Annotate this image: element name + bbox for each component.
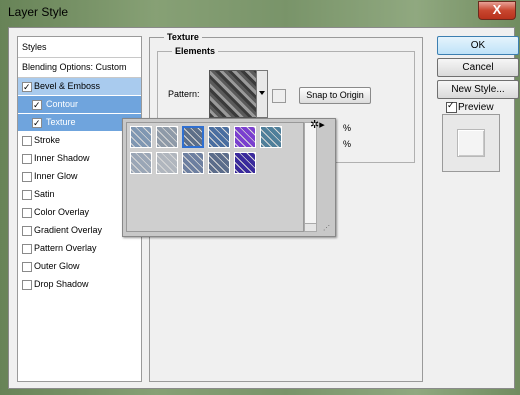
- style-preview: [442, 114, 500, 172]
- contour-checkbox[interactable]: [32, 97, 42, 114]
- picker-scrollbar[interactable]: [304, 122, 317, 232]
- list-divider: [18, 57, 141, 58]
- inner-shadow-checkbox[interactable]: [22, 154, 32, 164]
- layer-style-dialog: Layer Style X Styles Blending Options: C…: [0, 0, 520, 395]
- stroke-checkbox[interactable]: [22, 136, 32, 146]
- pattern-swatch[interactable]: [182, 126, 204, 148]
- close-button[interactable]: X: [478, 1, 516, 20]
- title-bar[interactable]: Layer Style X: [0, 0, 520, 24]
- preview-label: Preview: [458, 102, 494, 113]
- pattern-swatch[interactable]: [156, 126, 178, 148]
- drop-shadow-checkbox[interactable]: [22, 280, 32, 290]
- preview-swatch: [457, 129, 485, 157]
- new-style-button[interactable]: New Style...: [437, 80, 519, 99]
- ok-button[interactable]: OK: [437, 36, 519, 55]
- cancel-button[interactable]: Cancel: [437, 58, 519, 77]
- pattern-swatch[interactable]: [208, 126, 230, 148]
- new-preset-icon[interactable]: [272, 89, 286, 103]
- pattern-label: Pattern:: [168, 89, 200, 99]
- blending-options-item[interactable]: Blending Options: Custom: [18, 59, 141, 76]
- pattern-swatch-grid: [126, 122, 304, 232]
- color-overlay-checkbox[interactable]: [22, 208, 32, 218]
- style-item-contour[interactable]: Contour: [18, 96, 141, 114]
- elements-title: Elements: [172, 46, 219, 56]
- outer-glow-checkbox[interactable]: [22, 262, 32, 272]
- pattern-swatch[interactable]: [260, 126, 282, 148]
- depth-percent: %: [343, 139, 352, 149]
- pattern-dropdown-arrow[interactable]: [256, 70, 268, 118]
- pattern-swatch[interactable]: [130, 126, 152, 148]
- inner-glow-checkbox[interactable]: [22, 172, 32, 182]
- window-title: Layer Style: [8, 5, 69, 19]
- style-item-pattern-overlay[interactable]: Pattern Overlay: [18, 240, 141, 257]
- pattern-picker-popup: ✲▸ ⋰: [122, 118, 336, 237]
- preview-checkbox[interactable]: [446, 100, 457, 113]
- resize-grip-icon[interactable]: ⋰: [323, 224, 330, 232]
- pattern-swatch[interactable]: [182, 152, 204, 174]
- pattern-thumbnail[interactable]: [209, 70, 257, 118]
- gradient-overlay-checkbox[interactable]: [22, 226, 32, 236]
- pattern-swatch[interactable]: [208, 152, 230, 174]
- pattern-swatch[interactable]: [234, 152, 256, 174]
- scale-percent: %: [343, 123, 352, 133]
- style-item-outer-glow[interactable]: Outer Glow: [18, 258, 141, 275]
- pattern-swatch[interactable]: [156, 152, 178, 174]
- satin-checkbox[interactable]: [22, 190, 32, 200]
- style-item-bevel-emboss[interactable]: Bevel & Emboss: [18, 78, 141, 96]
- style-item-drop-shadow[interactable]: Drop Shadow: [18, 276, 141, 293]
- texture-group-title: Texture: [164, 32, 202, 42]
- gear-icon[interactable]: ✲▸: [310, 118, 325, 131]
- styles-header[interactable]: Styles: [18, 39, 141, 56]
- bevel-emboss-checkbox[interactable]: [22, 79, 32, 96]
- pattern-overlay-checkbox[interactable]: [22, 244, 32, 254]
- pattern-swatch[interactable]: [130, 152, 152, 174]
- pattern-swatch[interactable]: [234, 126, 256, 148]
- snap-to-origin-button[interactable]: Snap to Origin: [299, 87, 371, 104]
- scrollbar-thumb[interactable]: [305, 123, 316, 224]
- texture-checkbox[interactable]: [32, 115, 42, 132]
